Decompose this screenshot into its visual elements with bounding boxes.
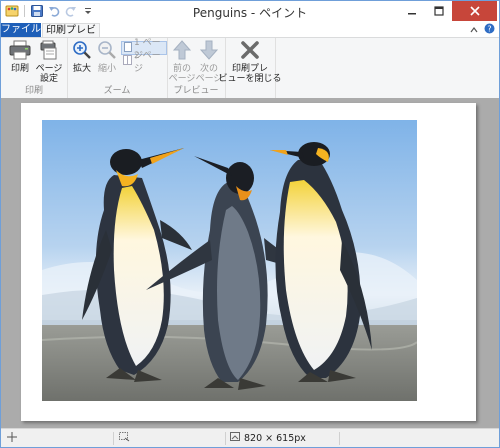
arrow-down-icon xyxy=(199,40,219,63)
close-preview-group: 印刷プレ ビューを閉じる xyxy=(219,38,282,98)
zoom-in-button[interactable]: 拡大 xyxy=(70,40,94,74)
minimize-button[interactable] xyxy=(398,1,425,21)
status-bar: 820 × 615px xyxy=(1,428,499,447)
print-button[interactable]: 印刷 xyxy=(7,40,33,74)
paint-window: Penguins - ペイント ファイル 印刷プレビュー ? xyxy=(0,0,500,448)
zoom-in-icon xyxy=(72,40,92,63)
selection-size-icon xyxy=(119,432,130,442)
zoom-out-button[interactable]: 縮小 xyxy=(95,40,119,74)
previous-page-label-line1: 前の xyxy=(172,64,191,74)
window-controls xyxy=(398,1,497,21)
maximize-button[interactable] xyxy=(425,1,452,21)
zoom-out-label: 縮小 xyxy=(97,64,116,74)
status-separator xyxy=(339,432,340,445)
two-page-label: 2 ページ xyxy=(134,51,161,74)
two-page-button[interactable]: 2 ページ xyxy=(123,51,167,74)
two-page-icon xyxy=(123,54,132,68)
page-setup-icon xyxy=(38,40,60,63)
tab-print-preview[interactable]: 印刷プレビュー xyxy=(42,23,100,49)
help-icon[interactable]: ? xyxy=(484,23,495,37)
printer-icon xyxy=(9,40,31,63)
ribbon: 印刷 ページ 設定 印刷 拡大 縮小 1 ページ 2 ページ ズーム 前の ペー… xyxy=(1,37,499,99)
close-preview-label-line1: 印刷プレ xyxy=(231,64,268,74)
close-preview-label-line2: ビューを閉じる xyxy=(218,74,282,84)
close-x-icon xyxy=(241,40,259,63)
tab-file[interactable]: ファイル xyxy=(1,23,41,37)
print-group: 印刷 ページ 設定 印刷 xyxy=(1,38,68,98)
preview-group: 前の ページ 次の ページ プレビュー xyxy=(167,38,226,98)
zoom-group: 拡大 縮小 1 ページ 2 ページ ズーム xyxy=(67,38,168,98)
one-page-icon xyxy=(124,41,132,55)
ribbon-tabs: ファイル 印刷プレビュー ? xyxy=(1,23,499,49)
image-size-text: 820 × 615px xyxy=(244,433,306,444)
svg-text:?: ? xyxy=(487,25,491,34)
collapse-ribbon-icon[interactable] xyxy=(470,24,478,37)
close-print-preview-button[interactable]: 印刷プレ ビューを閉じる xyxy=(219,40,282,84)
next-page-label-line1: 次の xyxy=(199,64,218,74)
page-setup-button[interactable]: ページ 設定 xyxy=(35,40,63,84)
arrow-up-icon xyxy=(172,40,192,63)
print-label: 印刷 xyxy=(10,64,29,74)
image-size-indicator: 820 × 615px xyxy=(230,432,306,445)
zoom-group-label: ズーム xyxy=(103,86,131,96)
cursor-position-icon xyxy=(7,432,17,442)
preview-page xyxy=(21,103,476,421)
title-bar: Penguins - ペイント xyxy=(1,1,499,23)
preview-workspace[interactable] xyxy=(1,98,499,428)
zoom-out-icon xyxy=(97,40,117,63)
previous-page-button[interactable]: 前の ページ xyxy=(169,40,195,84)
penguins-photo xyxy=(42,120,417,401)
page-setup-label-line1: ページ xyxy=(35,64,63,74)
status-separator xyxy=(225,432,226,445)
close-button[interactable] xyxy=(452,1,497,21)
image-size-icon xyxy=(230,432,241,445)
preview-group-label: プレビュー xyxy=(173,86,219,96)
ribbon-right-controls: ? xyxy=(470,23,495,37)
status-separator xyxy=(113,432,114,445)
print-group-label: 印刷 xyxy=(24,86,43,96)
zoom-in-label: 拡大 xyxy=(72,64,91,74)
